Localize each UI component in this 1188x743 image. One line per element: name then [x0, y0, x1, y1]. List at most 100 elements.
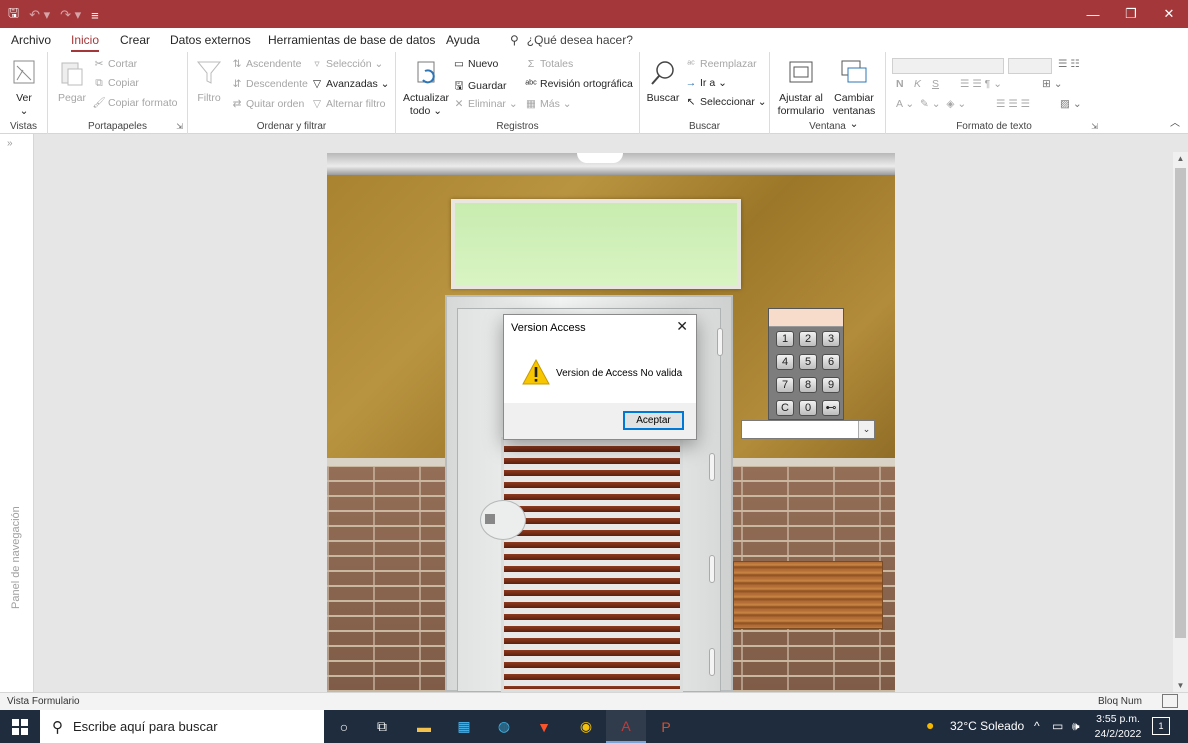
chrome-icon[interactable]: ◉: [566, 710, 606, 743]
eliminar-button[interactable]: ✕ Eliminar ⌄: [452, 98, 518, 110]
seleccion-button[interactable]: ▿ Selección ⌄: [310, 58, 383, 70]
weather-text[interactable]: 32°C Soleado: [950, 719, 1024, 733]
seleccionar-button[interactable]: ↖ Seleccionar ⌄: [684, 96, 767, 108]
powerpoint-icon[interactable]: P: [646, 710, 686, 743]
tray-chevron-icon[interactable]: ^: [1034, 719, 1040, 733]
expand-nav-icon[interactable]: »: [7, 138, 13, 149]
copiar-button[interactable]: ⧉ Copiar: [92, 77, 139, 90]
ver-button[interactable]: Ver ⌄: [6, 58, 42, 118]
tab-inicio[interactable]: Inicio: [71, 33, 100, 52]
key-1[interactable]: 1: [776, 331, 794, 347]
task-view-icon[interactable]: ⧉: [362, 710, 402, 743]
undo-icon[interactable]: ↶ ▾: [29, 7, 50, 23]
minimize-button[interactable]: —: [1074, 0, 1112, 28]
form-view-icon[interactable]: [1162, 694, 1178, 708]
key-6[interactable]: 6: [822, 354, 840, 370]
key-9[interactable]: 9: [822, 377, 840, 393]
form-combo-box[interactable]: ⌄: [741, 420, 875, 439]
key-4[interactable]: 4: [776, 354, 794, 370]
mas-button[interactable]: ▦ Más ⌄: [524, 98, 572, 110]
volume-icon[interactable]: 🕪: [1072, 719, 1080, 734]
underline-button[interactable]: S: [932, 78, 939, 90]
avanzadas-button[interactable]: ▽ Avanzadas ⌄: [310, 78, 390, 90]
key-0[interactable]: 0: [799, 400, 817, 416]
indent-icon[interactable]: ☰ ☰ ¶ ⌄: [960, 78, 1002, 90]
reemplazar-button[interactable]: ᵃᶜ Reemplazar: [684, 58, 756, 70]
scroll-thumb[interactable]: [1175, 168, 1186, 638]
tab-crear[interactable]: Crear: [120, 33, 150, 47]
key-3[interactable]: 3: [822, 331, 840, 347]
key-7[interactable]: 7: [776, 377, 794, 393]
tell-me-search[interactable]: ⚲ ¿Qué desea hacer?: [510, 33, 633, 47]
key-clear[interactable]: C: [776, 400, 794, 416]
tab-ayuda[interactable]: Ayuda: [446, 33, 480, 47]
key-5[interactable]: 5: [799, 354, 817, 370]
bullets-icon[interactable]: ☰ ☷: [1058, 58, 1080, 70]
quitar-orden-button[interactable]: ⇄ Quitar orden: [230, 98, 305, 110]
edge-icon[interactable]: ◍: [484, 710, 524, 743]
font-name-combo[interactable]: [892, 58, 1004, 74]
customize-qat-icon[interactable]: ≡: [91, 8, 99, 23]
italic-button[interactable]: K: [914, 78, 921, 90]
key-2[interactable]: 2: [799, 331, 817, 347]
pegar-button[interactable]: Pegar: [56, 58, 88, 105]
actualizar-todo-button[interactable]: Actualizar todo ⌄: [402, 58, 450, 118]
redo-icon[interactable]: ↷ ▾: [60, 7, 81, 23]
revision-button[interactable]: ᵃᵇᶜ Revisión ortográfica: [524, 78, 633, 90]
ir-a-button[interactable]: → Ir a ⌄: [684, 77, 727, 89]
key-8[interactable]: 8: [799, 377, 817, 393]
font-size-combo[interactable]: [1008, 58, 1052, 74]
tab-datos-externos[interactable]: Datos externos: [170, 33, 251, 47]
sun-icon: ●: [926, 717, 935, 733]
mas-label: Más: [540, 98, 560, 110]
notifications-icon[interactable]: 1: [1152, 717, 1170, 735]
copiar-formato-button[interactable]: 🖌 Copiar formato: [92, 96, 177, 109]
alternar-filtro-button[interactable]: ▽ Alternar filtro: [310, 98, 386, 110]
dialog-launcher-icon[interactable]: ⇲: [1091, 122, 1098, 131]
door-hinge: [709, 555, 715, 583]
cambiar-label-1: Cambiar: [834, 92, 874, 104]
nuevo-label: Nuevo: [468, 58, 499, 70]
restore-button[interactable]: ❐: [1112, 0, 1150, 28]
cortar-button[interactable]: ✂ Cortar: [92, 58, 138, 70]
align-icon[interactable]: ☰ ☰ ☰: [996, 98, 1030, 110]
tab-herramientas[interactable]: Herramientas de base de datos: [268, 33, 435, 47]
guardar-button[interactable]: 🖫 Guardar: [452, 78, 507, 96]
taskbar-search-placeholder: Escribe aquí para buscar: [73, 719, 218, 734]
close-button[interactable]: ✕: [1150, 0, 1188, 28]
store-icon[interactable]: ▦: [444, 710, 484, 743]
alt-row-color-icon[interactable]: ▨ ⌄: [1060, 98, 1082, 110]
descendente-button[interactable]: ⇵ Descendente: [230, 78, 308, 90]
navigation-pane[interactable]: » Panel de navegación: [0, 134, 34, 692]
file-explorer-icon[interactable]: ▬: [404, 710, 444, 743]
scroll-down-icon[interactable]: ▼: [1173, 681, 1188, 690]
taskbar-search-box[interactable]: ⚲ Escribe aquí para buscar: [40, 710, 324, 743]
chevron-down-icon[interactable]: ⌄: [858, 421, 874, 438]
filtro-button[interactable]: Filtro: [194, 58, 224, 105]
totales-button[interactable]: Σ Totales: [524, 58, 574, 70]
font-color-icon[interactable]: A ⌄ ✎ ⌄ ◈ ⌄: [896, 98, 966, 110]
nuevo-button[interactable]: ▭ Nuevo: [452, 58, 498, 70]
group-label-buscar: Buscar: [688, 121, 721, 132]
cortana-icon[interactable]: ○: [324, 710, 364, 743]
clock[interactable]: 3:55 p.m. 24/2/2022: [1090, 712, 1146, 742]
vertical-scrollbar[interactable]: ▲ ▼: [1173, 152, 1188, 692]
save-icon[interactable]: 🖫: [8, 4, 19, 26]
buscar-button[interactable]: Buscar: [646, 58, 680, 105]
tab-archivo[interactable]: Archivo: [11, 33, 51, 47]
access-taskbar-icon[interactable]: A: [606, 710, 646, 743]
brave-icon[interactable]: ▼: [524, 710, 564, 743]
network-icon[interactable]: ▭: [1052, 719, 1063, 733]
aceptar-button[interactable]: Aceptar: [623, 411, 684, 430]
buscar-label: Buscar: [646, 92, 680, 104]
ajustar-formulario-button[interactable]: Ajustar al formulario: [776, 58, 826, 118]
bold-button[interactable]: N: [896, 78, 904, 90]
collapse-ribbon-icon[interactable]: ︿: [1170, 114, 1180, 129]
ascendente-button[interactable]: ⇅ Ascendente: [230, 58, 302, 70]
key-enter-icon[interactable]: ⊷: [822, 400, 840, 416]
dialog-close-button[interactable]: ✕: [676, 318, 688, 335]
dialog-launcher-icon[interactable]: ⇲: [176, 122, 183, 131]
scroll-up-icon[interactable]: ▲: [1173, 154, 1188, 163]
gridlines-icon[interactable]: ⊞ ⌄: [1042, 78, 1063, 90]
start-button[interactable]: [0, 710, 40, 743]
